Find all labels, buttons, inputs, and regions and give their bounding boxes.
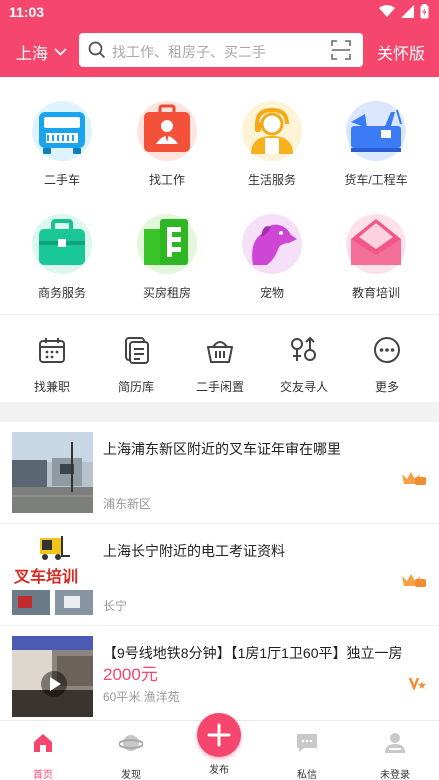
chevron-down-icon xyxy=(54,48,67,56)
listing-item[interactable]: 上海浦东新区附近的叉车证年审在哪里 浦东新区 xyxy=(0,422,439,524)
nav-profile[interactable]: 未登录 xyxy=(360,731,430,780)
header: 11:03 上海 找工作、租房子、买二手 关怀版 xyxy=(0,0,439,77)
status-icons xyxy=(379,4,429,19)
truck-icon xyxy=(346,101,406,161)
plus-icon xyxy=(207,723,231,747)
calendar-icon xyxy=(39,338,65,363)
envelope-icon xyxy=(346,214,406,274)
tool-resume[interactable]: 简历库 xyxy=(96,335,176,395)
category-pets[interactable]: 宠物 xyxy=(222,213,322,301)
listing-title: 上海长宁附近的电工考证资料 xyxy=(103,543,285,559)
listing-location: 浦东新区 xyxy=(103,497,152,511)
category-label: 宠物 xyxy=(259,286,284,300)
briefcase-icon xyxy=(137,101,197,161)
user-icon xyxy=(385,733,405,753)
publish-button[interactable] xyxy=(197,713,241,757)
business-bag-icon xyxy=(32,214,92,274)
nav-discover[interactable]: 发现 xyxy=(96,731,166,780)
listing-thumbnail xyxy=(12,432,93,513)
search-icon xyxy=(88,41,106,59)
more-icon xyxy=(374,337,400,363)
category-education[interactable]: 教育培训 xyxy=(326,213,426,301)
publish-label: 发布 xyxy=(209,765,229,776)
listing-thumbnail: 叉车培训 xyxy=(12,534,93,615)
category-label: 买房租房 xyxy=(142,286,191,300)
street-photo-image xyxy=(12,432,93,513)
tool-label: 更多 xyxy=(374,380,399,394)
nav-label: 首页 xyxy=(33,770,53,780)
tool-label: 简历库 xyxy=(117,380,154,394)
tool-label: 找兼职 xyxy=(33,380,70,394)
dog-icon xyxy=(242,214,302,274)
search-box[interactable]: 找工作、租房子、买二手 xyxy=(79,33,363,67)
search-placeholder: 找工作、租房子、买二手 xyxy=(112,44,266,60)
tool-label: 交友寻人 xyxy=(279,380,328,394)
listing-location: 长宁 xyxy=(103,599,128,613)
signal-icon xyxy=(401,5,414,18)
listing-price: 2000元 xyxy=(103,665,158,684)
crown-badge-icon xyxy=(402,574,426,587)
verified-badge-icon xyxy=(409,677,426,690)
building-icon xyxy=(137,214,197,274)
category-label: 找工作 xyxy=(148,173,185,187)
section-gap xyxy=(0,402,439,422)
category-used-car[interactable]: 二手车 xyxy=(12,100,112,188)
category-truck[interactable]: 货车/工程车 xyxy=(326,100,426,188)
tool-second-hand[interactable]: 二手闲置 xyxy=(180,335,260,395)
category-label: 商务服务 xyxy=(37,286,86,300)
top-bar: 上海 找工作、租房子、买二手 关怀版 xyxy=(0,32,439,68)
apartment-video-image xyxy=(12,636,93,717)
battery-icon xyxy=(420,4,429,19)
listing-item[interactable]: 【9号线地铁8分钟】【1房1厅1卫60平】独立一房 2000元 60平米 渔洋苑 xyxy=(0,626,439,722)
listing-details: 60平米 渔洋苑 xyxy=(103,690,180,704)
category-label: 货车/工程车 xyxy=(344,173,408,187)
gender-icon xyxy=(291,336,316,361)
app-screen: 11:03 上海 找工作、租房子、买二手 关怀版 二手车 找工作 生活服务 货车… xyxy=(0,0,439,780)
category-life-service[interactable]: 生活服务 xyxy=(222,100,322,188)
category-label: 二手车 xyxy=(43,173,80,187)
worker-icon xyxy=(242,101,302,161)
nav-messages[interactable]: 私信 xyxy=(272,731,342,780)
listing-title: 上海浦东新区附近的叉车证年审在哪里 xyxy=(103,441,341,457)
thumb-text: 叉车培训 xyxy=(13,567,78,586)
wifi-icon xyxy=(379,5,395,17)
tool-label: 二手闲置 xyxy=(195,380,244,394)
home-icon xyxy=(34,734,52,752)
city-selector[interactable]: 上海 xyxy=(16,40,67,64)
divider xyxy=(0,314,439,315)
tool-more[interactable]: 更多 xyxy=(347,335,427,395)
nav-label: 发现 xyxy=(121,770,141,780)
category-jobs[interactable]: 找工作 xyxy=(117,100,217,188)
status-time: 11:03 xyxy=(9,4,45,20)
status-bar: 11:03 xyxy=(0,0,439,24)
listing-item[interactable]: 叉车培训 上海长宁附近的电工考证资料 长宁 xyxy=(0,524,439,626)
listing-thumbnail xyxy=(12,636,93,717)
nav-label: 未登录 xyxy=(380,770,410,780)
tool-part-time[interactable]: 找兼职 xyxy=(12,335,92,395)
care-mode-button[interactable]: 关怀版 xyxy=(377,40,425,64)
category-real-estate[interactable]: 买房租房 xyxy=(117,213,217,301)
nav-label: 私信 xyxy=(297,770,317,780)
category-business[interactable]: 商务服务 xyxy=(12,213,112,301)
chat-icon xyxy=(297,734,317,752)
city-label: 上海 xyxy=(16,46,49,63)
category-label: 生活服务 xyxy=(247,173,296,187)
planet-icon xyxy=(118,735,144,751)
forklift-training-image: 叉车培训 xyxy=(12,534,93,615)
nav-home[interactable]: 首页 xyxy=(8,731,78,780)
bus-icon xyxy=(32,101,92,161)
resume-icon xyxy=(125,337,149,364)
basket-icon xyxy=(207,341,233,363)
category-label: 教育培训 xyxy=(351,286,400,300)
scan-icon[interactable] xyxy=(331,40,351,60)
crown-badge-icon xyxy=(402,472,426,485)
tool-dating[interactable]: 交友寻人 xyxy=(264,335,344,395)
